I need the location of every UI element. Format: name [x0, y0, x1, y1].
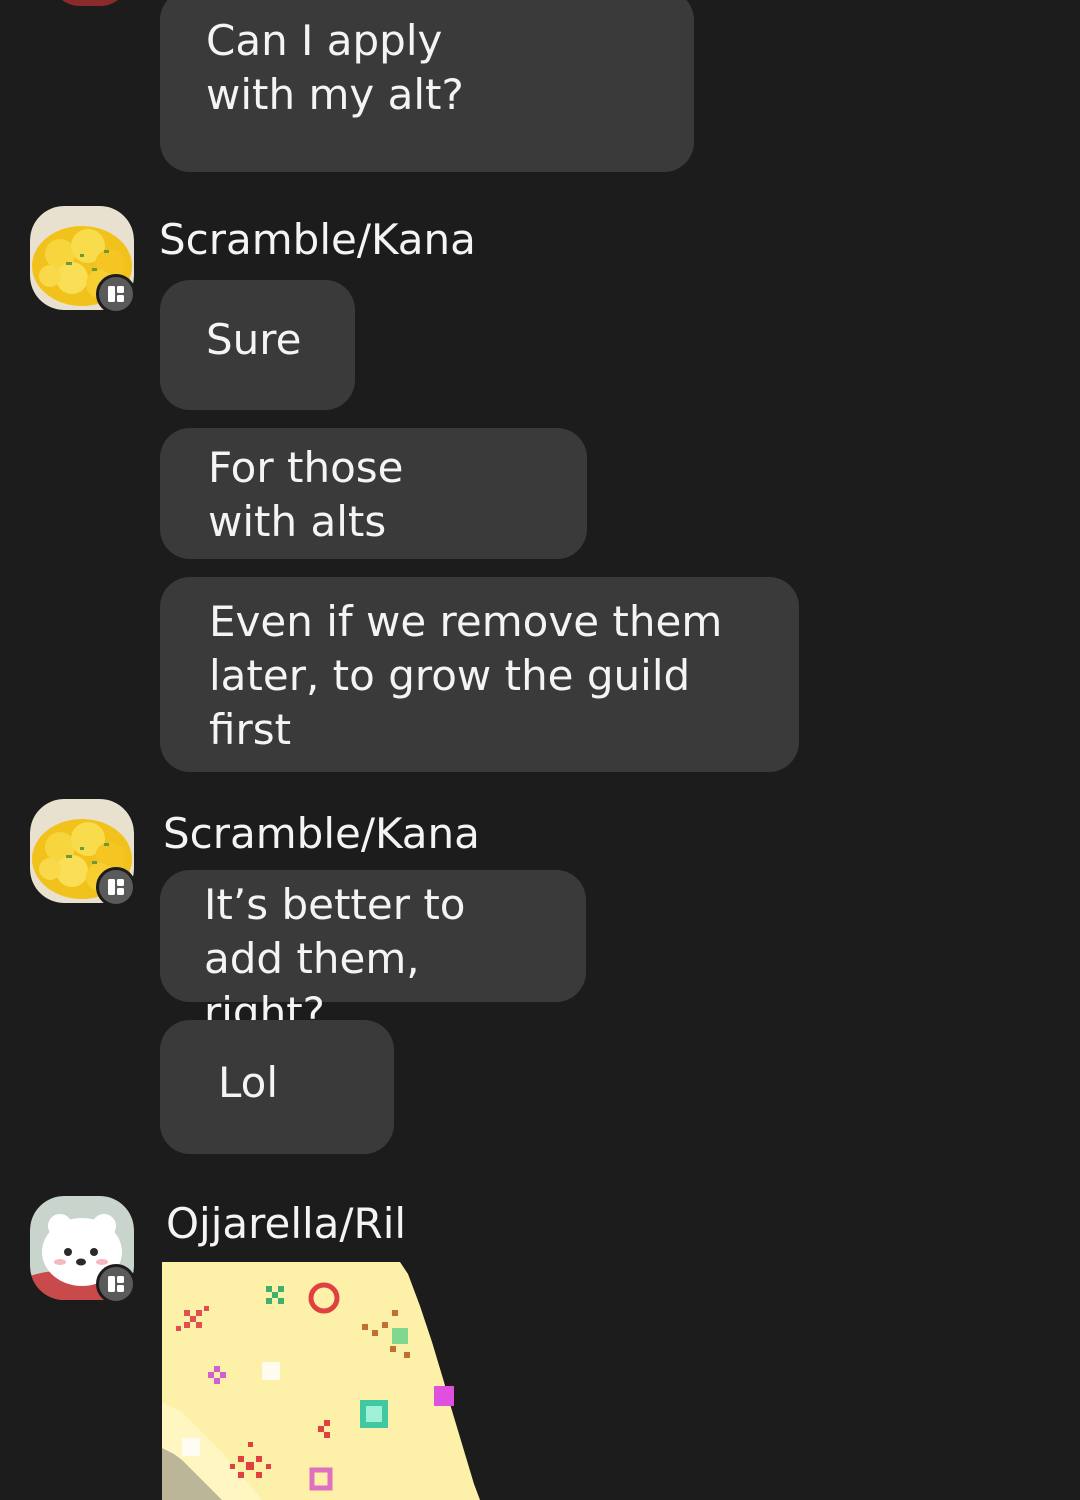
message-bubble[interactable]: Even if we remove them later, to grow th…: [160, 577, 799, 772]
member-badge-icon: [96, 274, 136, 314]
pixel-art-sticker-icon[interactable]: [162, 1262, 492, 1500]
message-bubble[interactable]: For those with alts: [160, 428, 587, 559]
chat-view[interactable]: Can I apply with my alt? Scramble/Kana S: [0, 0, 1080, 1500]
sender-avatar[interactable]: [30, 1196, 136, 1304]
sender-name[interactable]: Scramble/Kana: [159, 215, 476, 265]
message-bubble[interactable]: Lol: [160, 1020, 394, 1154]
previous-sender-avatar[interactable]: [50, 0, 130, 6]
member-badge-icon: [96, 867, 136, 907]
sender-avatar[interactable]: [30, 206, 136, 314]
message-bubble[interactable]: Sure: [160, 280, 355, 410]
message-bubble[interactable]: It’s better to add them, right?: [160, 870, 586, 1037]
sender-avatar[interactable]: [30, 799, 136, 907]
member-badge-icon: [96, 1264, 136, 1304]
sender-name[interactable]: Ojjarella/Ril: [166, 1199, 406, 1249]
sender-name[interactable]: Scramble/Kana: [163, 809, 480, 859]
message-bubble[interactable]: Can I apply with my alt?: [160, 0, 694, 172]
